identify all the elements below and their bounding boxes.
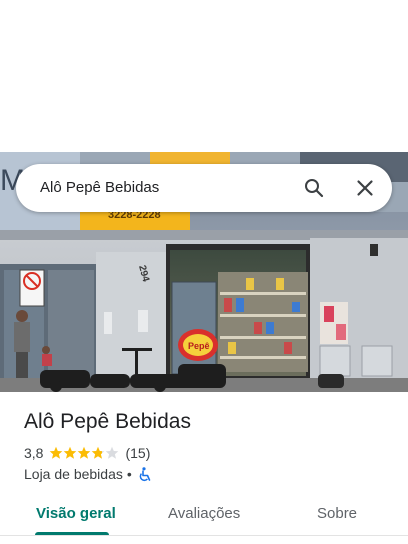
search-query-text[interactable]: Alô Pepê Bebidas: [40, 179, 159, 196]
tabs-divider: [0, 535, 408, 536]
review-count[interactable]: (15): [125, 445, 150, 461]
rating-value: 3,8: [24, 445, 44, 461]
rating-stars: [49, 446, 119, 460]
star-icon: [78, 446, 91, 459]
pepe-logo: Pepê: [188, 341, 210, 351]
close-icon[interactable]: [353, 176, 377, 200]
rating-row[interactable]: 3,8 (15): [24, 444, 150, 462]
search-icon[interactable]: [302, 176, 326, 200]
map-blank-area: [0, 0, 408, 152]
tab-about[interactable]: Sobre: [317, 505, 357, 522]
star-icon: [64, 446, 77, 459]
star-icon: [92, 446, 105, 459]
search-bar[interactable]: Alô Pepê Bebidas: [16, 164, 392, 212]
wheelchair-icon: [138, 466, 152, 482]
place-tabs: Visão geral Avaliações Sobre: [0, 494, 408, 540]
tab-overview[interactable]: Visão geral: [36, 505, 116, 522]
star-icon: [106, 446, 119, 459]
tab-reviews[interactable]: Avaliações: [168, 505, 240, 522]
star-icon: [50, 446, 63, 459]
category-row: Loja de bebidas •: [24, 465, 152, 483]
place-category: Loja de bebidas: [24, 466, 123, 482]
place-title: Alô Pepê Bebidas: [24, 410, 191, 433]
separator-dot: •: [126, 466, 132, 482]
